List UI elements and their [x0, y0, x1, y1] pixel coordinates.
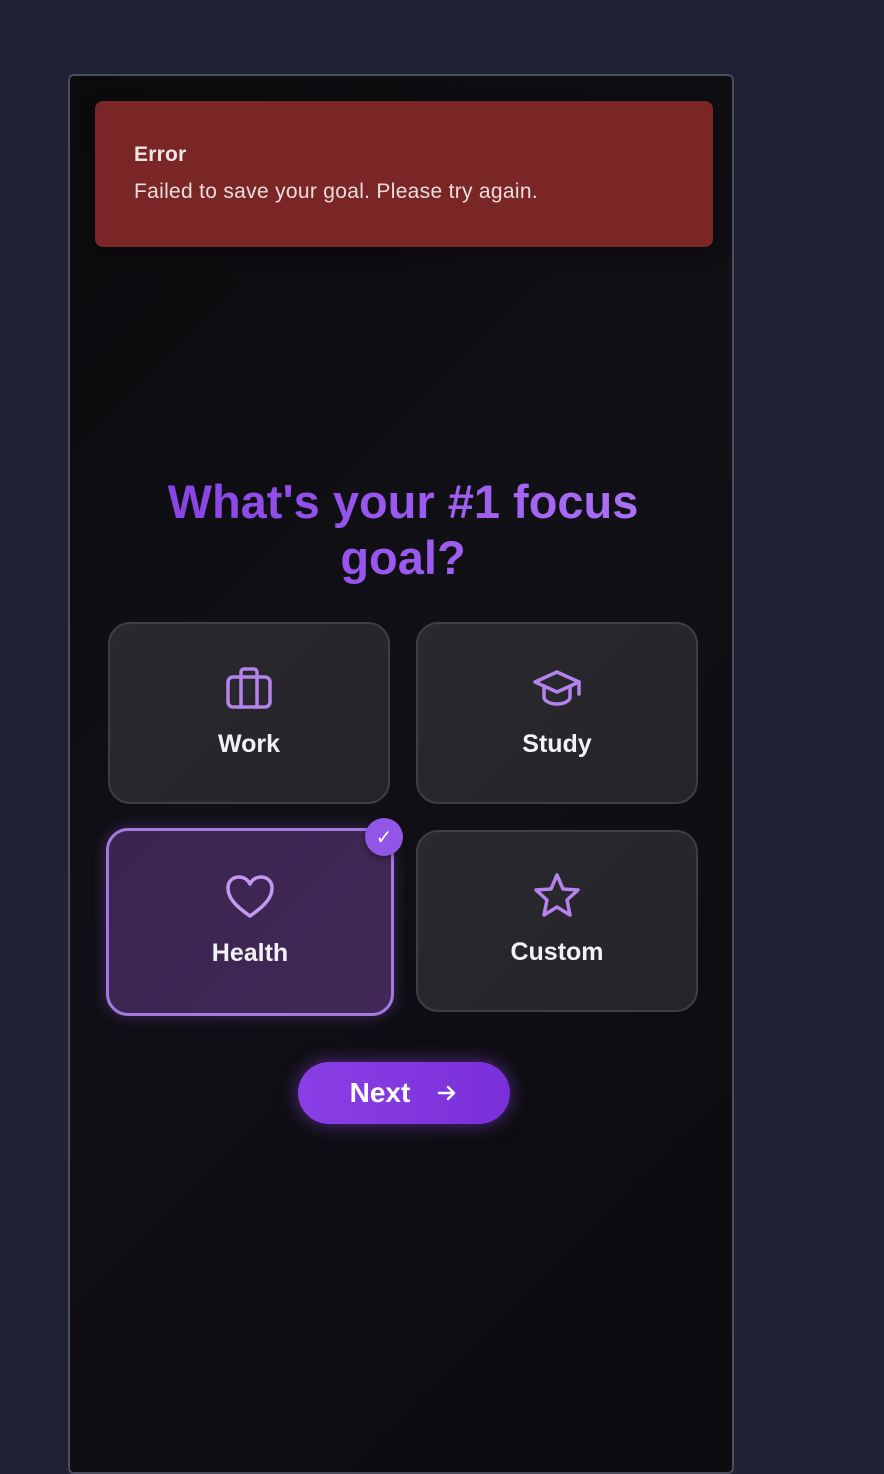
goal-option-study[interactable]: Study [416, 622, 698, 804]
next-button-label: Next [349, 1077, 411, 1108]
goal-option-health[interactable]: Health [106, 828, 394, 1016]
selected-check-icon: ✓ [365, 818, 403, 856]
question-line-1: What's your #1 focus [167, 475, 639, 528]
goal-option-custom[interactable]: Custom [416, 830, 698, 1012]
goal-option-label: Work [217, 730, 281, 758]
briefcase-icon [226, 667, 272, 709]
error-toast: Error Failed to save your goal. Please t… [95, 101, 713, 247]
goal-option-label: Custom [510, 938, 604, 966]
question-line-2: goal? [340, 531, 466, 584]
error-message: Failed to save your goal. Please try aga… [134, 180, 538, 203]
goal-option-work[interactable]: Work [108, 622, 390, 804]
next-button[interactable]: Next [298, 1062, 510, 1124]
graduation-cap-icon [533, 670, 581, 706]
heart-icon [226, 875, 274, 918]
star-icon [534, 873, 580, 917]
goal-option-label: Study [522, 730, 592, 758]
arrow-right-icon [438, 1085, 456, 1101]
app-screen: Error Failed to save your goal. Please t… [68, 74, 734, 1474]
goal-option-label: Health [211, 939, 289, 967]
error-title: Error [134, 143, 187, 166]
question-heading: What's your #1 focus goal? [70, 474, 732, 586]
